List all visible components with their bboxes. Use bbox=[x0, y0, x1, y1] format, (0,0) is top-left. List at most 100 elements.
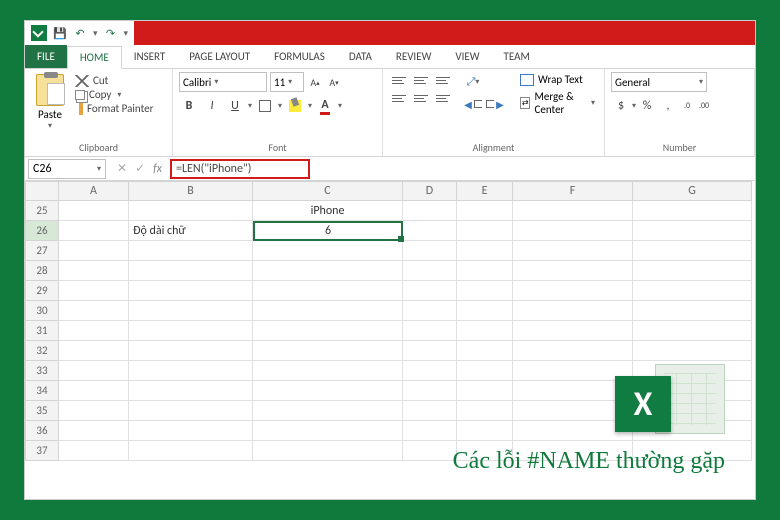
cell-A31[interactable] bbox=[59, 321, 129, 341]
merge-center-button[interactable]: ⇄Merge & Center▾ bbox=[517, 89, 598, 117]
cell-C35[interactable] bbox=[253, 401, 403, 421]
name-box[interactable]: C26▾ bbox=[28, 159, 106, 179]
cell-C29[interactable] bbox=[253, 281, 403, 301]
cell-C28[interactable] bbox=[253, 261, 403, 281]
cell-F26[interactable] bbox=[513, 221, 633, 241]
row-header-37[interactable]: 37 bbox=[25, 441, 59, 461]
tab-data[interactable]: DATA bbox=[337, 45, 384, 68]
decrease-indent-button[interactable]: ◀ bbox=[463, 94, 483, 114]
qat-customize-icon[interactable]: ▾ bbox=[124, 28, 129, 39]
row-header-34[interactable]: 34 bbox=[25, 381, 59, 401]
tab-formulas[interactable]: FORMULAS bbox=[262, 45, 337, 68]
cell-A30[interactable] bbox=[59, 301, 129, 321]
cell-A32[interactable] bbox=[59, 341, 129, 361]
cell-D37[interactable] bbox=[403, 441, 457, 461]
column-header-B[interactable]: B bbox=[129, 181, 253, 201]
cell-B29[interactable] bbox=[129, 281, 253, 301]
cell-C31[interactable] bbox=[253, 321, 403, 341]
fill-color-button[interactable] bbox=[285, 96, 305, 116]
cell-B35[interactable] bbox=[129, 401, 253, 421]
namebox-dropdown-icon[interactable]: ▾ bbox=[97, 164, 101, 174]
accounting-format-button[interactable]: $ bbox=[611, 96, 631, 116]
tab-insert[interactable]: INSERT bbox=[122, 45, 178, 68]
row-header-33[interactable]: 33 bbox=[25, 361, 59, 381]
percent-format-button[interactable]: % bbox=[637, 96, 657, 116]
cell-E28[interactable] bbox=[457, 261, 513, 281]
cell-C34[interactable] bbox=[253, 381, 403, 401]
row-header-27[interactable]: 27 bbox=[25, 241, 59, 261]
cell-E26[interactable] bbox=[457, 221, 513, 241]
cell-F30[interactable] bbox=[513, 301, 633, 321]
undo-dropdown-icon[interactable]: ▾ bbox=[93, 28, 98, 39]
column-header-F[interactable]: F bbox=[513, 181, 633, 201]
cell-A28[interactable] bbox=[59, 261, 129, 281]
cell-D36[interactable] bbox=[403, 421, 457, 441]
cell-B26[interactable]: Độ dài chữ bbox=[129, 221, 253, 241]
row-header-25[interactable]: 25 bbox=[25, 201, 59, 221]
cell-A29[interactable] bbox=[59, 281, 129, 301]
column-header-E[interactable]: E bbox=[457, 181, 513, 201]
cell-D26[interactable] bbox=[403, 221, 457, 241]
cell-B34[interactable] bbox=[129, 381, 253, 401]
cell-F27[interactable] bbox=[513, 241, 633, 261]
cell-G29[interactable] bbox=[633, 281, 752, 301]
cell-B37[interactable] bbox=[129, 441, 253, 461]
cut-button[interactable]: Cut bbox=[75, 74, 153, 87]
align-right-button[interactable] bbox=[433, 90, 453, 106]
tab-team[interactable]: TEAM bbox=[492, 45, 542, 68]
cell-F28[interactable] bbox=[513, 261, 633, 281]
column-header-D[interactable]: D bbox=[403, 181, 457, 201]
cell-D35[interactable] bbox=[403, 401, 457, 421]
undo-icon[interactable]: ↶ bbox=[73, 26, 87, 40]
cell-B25[interactable] bbox=[129, 201, 253, 221]
cell-C32[interactable] bbox=[253, 341, 403, 361]
cell-D28[interactable] bbox=[403, 261, 457, 281]
align-bottom-button[interactable] bbox=[433, 72, 453, 88]
tab-file[interactable]: FILE bbox=[25, 45, 67, 68]
cell-B30[interactable] bbox=[129, 301, 253, 321]
tab-review[interactable]: REVIEW bbox=[384, 45, 444, 68]
font-color-button[interactable]: A bbox=[315, 96, 335, 116]
row-header-28[interactable]: 28 bbox=[25, 261, 59, 281]
row-header-36[interactable]: 36 bbox=[25, 421, 59, 441]
formula-input[interactable]: =LEN("iPhone") bbox=[170, 159, 310, 179]
cell-A33[interactable] bbox=[59, 361, 129, 381]
row-header-31[interactable]: 31 bbox=[25, 321, 59, 341]
cell-E30[interactable] bbox=[457, 301, 513, 321]
tab-home[interactable]: HOME bbox=[67, 46, 122, 69]
column-header-A[interactable]: A bbox=[59, 181, 129, 201]
save-icon[interactable]: 💾 bbox=[53, 26, 67, 40]
align-top-button[interactable] bbox=[389, 72, 409, 88]
font-name-combo[interactable]: Calibri▾ bbox=[179, 72, 267, 92]
cell-D27[interactable] bbox=[403, 241, 457, 261]
column-header-C[interactable]: C bbox=[253, 181, 403, 201]
cell-D31[interactable] bbox=[403, 321, 457, 341]
align-center-button[interactable] bbox=[411, 90, 431, 106]
cell-A35[interactable] bbox=[59, 401, 129, 421]
cell-D29[interactable] bbox=[403, 281, 457, 301]
number-format-combo[interactable]: General▾ bbox=[611, 72, 707, 92]
cell-G30[interactable] bbox=[633, 301, 752, 321]
row-header-26[interactable]: 26 bbox=[25, 221, 59, 241]
cell-A37[interactable] bbox=[59, 441, 129, 461]
cell-D25[interactable] bbox=[403, 201, 457, 221]
redo-icon[interactable]: ↷ bbox=[104, 26, 118, 40]
cell-D30[interactable] bbox=[403, 301, 457, 321]
cell-F31[interactable] bbox=[513, 321, 633, 341]
cell-A27[interactable] bbox=[59, 241, 129, 261]
cell-F29[interactable] bbox=[513, 281, 633, 301]
row-header-32[interactable]: 32 bbox=[25, 341, 59, 361]
cell-B32[interactable] bbox=[129, 341, 253, 361]
cell-B27[interactable] bbox=[129, 241, 253, 261]
select-all-corner[interactable] bbox=[25, 181, 59, 201]
cell-C27[interactable] bbox=[253, 241, 403, 261]
format-painter-button[interactable]: Format Painter bbox=[75, 102, 153, 115]
column-header-G[interactable]: G bbox=[633, 181, 752, 201]
cell-C25[interactable]: iPhone bbox=[253, 201, 403, 221]
cell-A36[interactable] bbox=[59, 421, 129, 441]
cell-A25[interactable] bbox=[59, 201, 129, 221]
cell-E27[interactable] bbox=[457, 241, 513, 261]
increase-indent-button[interactable]: ▶ bbox=[485, 94, 505, 114]
row-header-30[interactable]: 30 bbox=[25, 301, 59, 321]
align-left-button[interactable] bbox=[389, 90, 409, 106]
